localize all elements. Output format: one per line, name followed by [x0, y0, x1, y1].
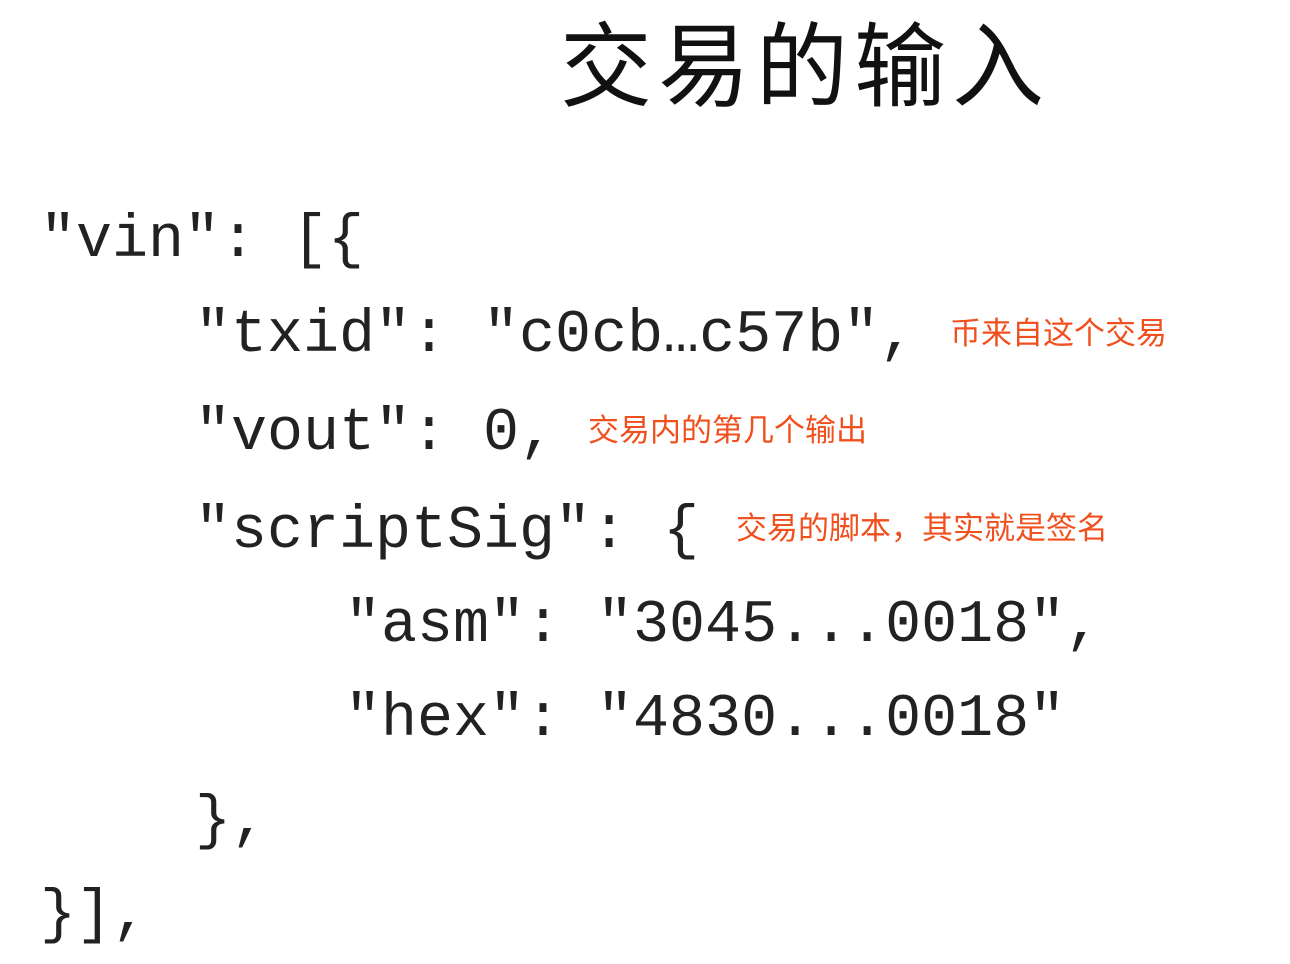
code-line-hex: "hex": "4830...0018" [345, 686, 1066, 754]
scriptsig-annotation: 交易的脚本，其实就是签名 [736, 511, 1108, 547]
code-line-close-vin: }], [40, 882, 149, 950]
code-line-txid: "txid": "c0cb…c57b", [195, 302, 916, 370]
slide-title: 交易的输入 [560, 14, 1051, 121]
code-line-scriptsig: "scriptSig": { [195, 498, 700, 566]
code-line-asm: "asm": "3045...0018", [345, 592, 1102, 660]
slide: 交易的输入 "vin": [{ "txid": "c0cb…c57b", 币来自… [0, 0, 1290, 964]
code-line-vin: "vin": [{ [40, 207, 365, 275]
code-line-vout: "vout": 0, [195, 400, 556, 468]
vout-annotation: 交易内的第几个输出 [588, 413, 867, 449]
code-line-close-scriptsig: }, [195, 788, 268, 856]
txid-annotation: 币来自这个交易 [950, 316, 1167, 352]
